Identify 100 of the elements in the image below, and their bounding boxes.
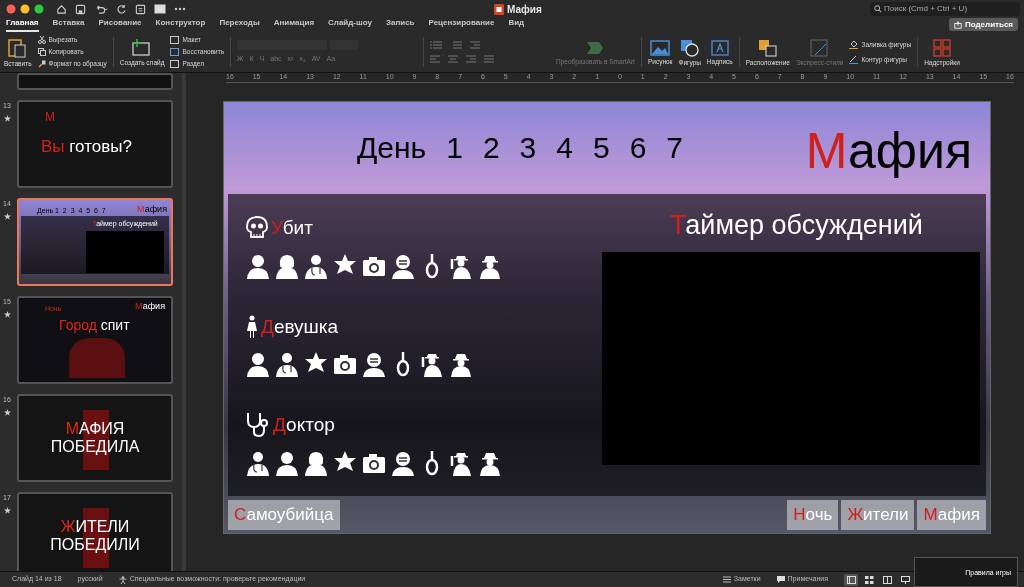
save-icon[interactable] [75,3,86,15]
photo-placeholder [69,337,125,378]
text-box-icon [710,39,729,56]
clipboard-icon [6,37,29,58]
slide-logo: Мафия [805,126,972,181]
view-button[interactable] [844,573,858,586]
share-icon [954,20,962,29]
slide-thumbnail[interactable] [17,73,173,90]
accessibility-icon [118,575,127,584]
slide-thumbnail[interactable]: ЖИТЕЛИ ПОБЕДИЛИ [17,492,173,571]
scissors-icon [37,36,46,44]
slide-heading-line: ПОБЕДИЛА [50,438,140,456]
star-icon [3,408,11,416]
copy-icon [37,48,46,56]
align-center-icon [448,55,459,63]
presenter-icon [900,575,910,584]
view-button[interactable] [880,573,894,586]
day-number[interactable]: 5 [592,125,610,170]
search-icon [874,5,882,13]
notes-icon [722,576,731,583]
ribbon-tab[interactable]: Конструктор [155,17,206,32]
paint-bucket-icon [849,40,859,49]
hat-person-icon[interactable] [449,351,473,377]
section-title: Доктор [273,413,335,437]
shapes-icon [679,38,700,57]
ribbon-tab[interactable]: Вид [508,17,525,32]
day-label: День [357,130,427,166]
day-number[interactable]: 3 [519,125,537,170]
grid-view-icon [864,575,874,584]
woman-figure-icon [246,314,258,339]
align-right-icon [466,55,477,63]
person-icon[interactable] [275,449,299,476]
slide-logo: Мафия [135,300,165,313]
redo-icon[interactable] [116,3,127,15]
window-controls-icon [6,4,46,14]
presentation-file-icon [494,4,504,15]
more-icon[interactable] [174,7,186,11]
comment-icon [776,576,785,583]
day-number[interactable]: 6 [629,125,647,170]
masked-person-icon[interactable] [391,252,415,279]
home-icon[interactable] [56,3,67,15]
doctor-icon[interactable] [246,449,270,476]
person-icon[interactable] [246,252,270,279]
slide-thumbnail[interactable]: М Вы готовы? [17,100,173,188]
masked-person-icon[interactable] [362,351,386,377]
woman-icon[interactable] [304,449,328,476]
ribbon-tab[interactable]: Переходы [219,17,260,32]
pen-icon [849,55,859,64]
share-button[interactable]: Поделиться [949,18,1018,31]
view-button[interactable] [862,573,876,586]
search-field[interactable]: Поиск (Cmd + Ctrl + U) [870,2,1020,16]
section-icon [170,60,180,68]
slide-heading: Вы готовы? [41,136,133,158]
bullet-list-icon [430,41,443,49]
section-title: Девушка [261,314,339,339]
logo-letter: М [45,109,56,126]
reset-icon [170,48,180,56]
day-number[interactable]: 7 [666,125,683,170]
ribbon-tab[interactable]: Запись [385,17,415,32]
day-number[interactable]: 2 [482,125,500,170]
timer-title: Таймер обсуждений [670,209,923,242]
skull-icon [246,216,268,241]
masked-person-icon[interactable] [391,449,415,476]
person-icon[interactable] [246,351,270,377]
justify-icon [484,55,495,63]
ribbon-tab[interactable]: Слайд-шоу [328,17,372,32]
star-icon [3,506,11,514]
indent-icon [470,41,481,49]
slide-thumbnail[interactable]: МАФИЯ ПОБЕДИЛА [17,394,173,482]
star-icon [3,212,11,220]
doctor-icon[interactable] [304,252,328,279]
gunman-icon[interactable] [420,351,444,377]
document-icon[interactable] [135,3,146,15]
quick-styles-icon [809,38,830,57]
slide-heading-line: ПОБЕДИЛИ [50,536,140,554]
section-title: Убит [271,216,313,240]
slide-logo: Мафия [137,202,167,216]
brush-icon [37,60,46,68]
woman-icon[interactable] [275,252,299,279]
slide-heading: Город спит [59,315,131,335]
day-number[interactable]: 4 [556,125,573,170]
layout-icon [170,36,180,44]
day-number[interactable]: 1 [446,125,463,170]
slide-heading-line: ЖИТЕЛИ [60,518,130,536]
arrange-icon [757,38,778,57]
book-icon [882,575,892,584]
star-icon [3,114,11,122]
view-button[interactable] [898,573,912,586]
star-icon [3,310,11,318]
numbered-list-icon [450,41,463,49]
slideshow-icon[interactable] [154,4,166,14]
doctor-icon[interactable] [275,351,299,377]
addins-icon [932,38,951,57]
window-title: Мафия [507,3,542,17]
ribbon-tab[interactable]: Анимация [273,17,315,32]
ribbon-tab[interactable]: Рецензирование [428,17,495,32]
slide-heading-line: МАФИЯ [65,420,125,438]
ribbon-tab[interactable]: Рисование [98,17,142,32]
undo-icon[interactable] [94,3,108,15]
ribbon-tab[interactable]: Вставка [52,17,85,32]
